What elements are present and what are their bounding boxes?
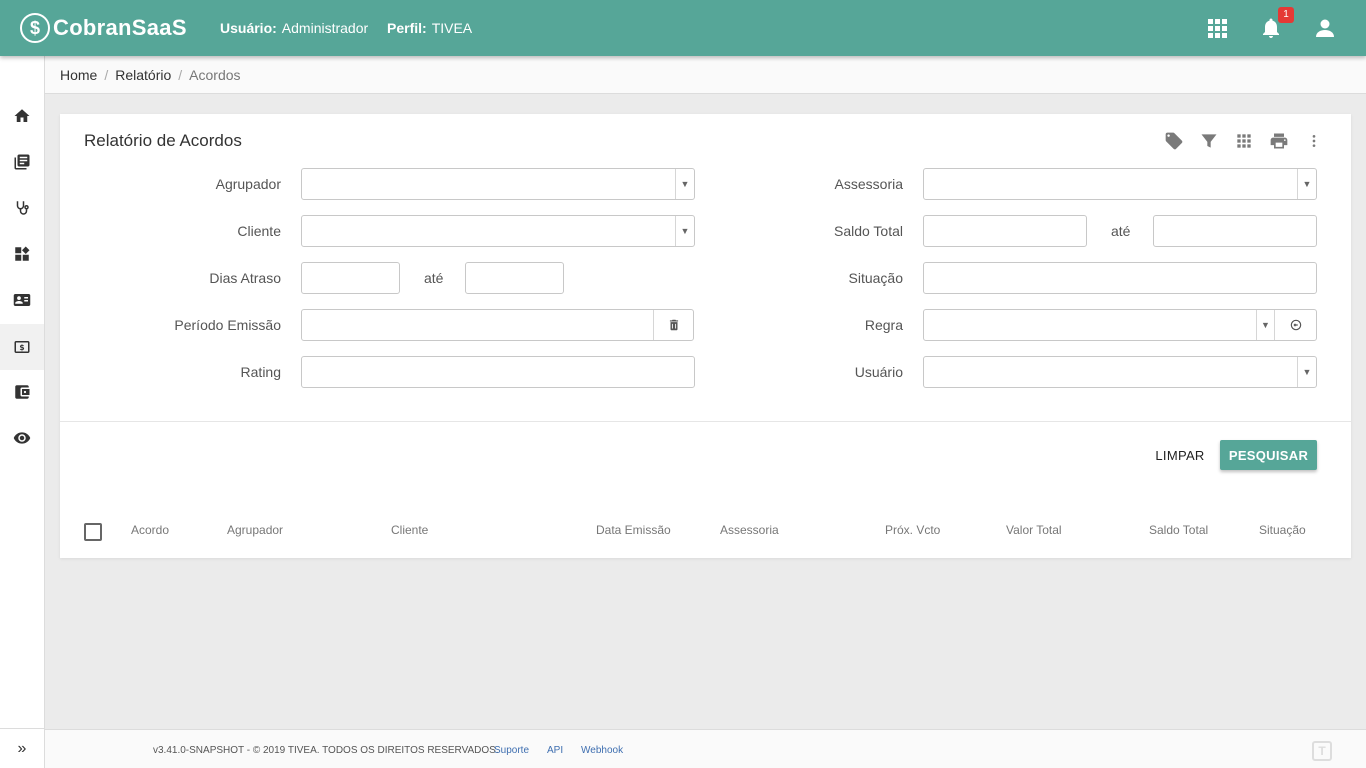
user-info: Usuário: Administrador — [220, 20, 368, 36]
column-header-situacao[interactable]: Situação — [1259, 523, 1306, 537]
dashboard-icon[interactable] — [0, 231, 44, 277]
tivea-logo-icon: T — [1312, 741, 1332, 761]
column-header-agrupador[interactable]: Agrupador — [227, 523, 283, 537]
chevron-down-icon: ▼ — [675, 216, 694, 246]
print-icon[interactable] — [1261, 130, 1296, 152]
grid-icon[interactable] — [1226, 130, 1261, 152]
brand-mark-icon: $ — [20, 13, 50, 43]
rating-label: Rating — [240, 364, 281, 380]
dias-atraso-ate-label: até — [424, 270, 444, 286]
dias-atraso-label: Dias Atraso — [209, 270, 281, 286]
sidebar: $ » — [0, 56, 45, 768]
cliente-select[interactable]: ▼ — [301, 215, 695, 247]
situacao-label: Situação — [848, 270, 903, 286]
chevron-down-icon: ▼ — [1297, 169, 1316, 199]
agrupador-label: Agrupador — [215, 176, 281, 192]
notifications-button[interactable]: 1 — [1259, 7, 1294, 40]
link-icon[interactable] — [1274, 310, 1316, 340]
profile-info: Perfil: TIVEA — [387, 20, 472, 36]
chevron-down-icon: ▼ — [675, 169, 694, 199]
footer-link-suporte[interactable]: Suporte — [494, 745, 529, 756]
brand-name: CobranSaaS — [53, 15, 187, 40]
footer: v3.41.0-SNAPSHOT - © 2019 TIVEA. TODOS O… — [45, 729, 1366, 768]
wallet-icon[interactable] — [0, 369, 44, 415]
column-header-cliente[interactable]: Cliente — [391, 523, 428, 537]
trash-icon[interactable] — [653, 310, 693, 340]
report-card: Relatório de Acordos Agrupador ▼ Cliente… — [60, 114, 1351, 558]
divider — [60, 421, 1351, 422]
top-bar: $ CobranSaaS Usuário: Administrador Perfi… — [0, 0, 1366, 56]
card-toolbar — [1156, 130, 1331, 152]
user-icon[interactable] — [1313, 16, 1337, 40]
eye-icon[interactable] — [0, 415, 44, 461]
column-header-assessoria[interactable]: Assessoria — [720, 523, 779, 537]
footer-link-webhook[interactable]: Webhook — [581, 745, 623, 756]
assessoria-select[interactable]: ▼ — [923, 168, 1317, 200]
column-header-acordo[interactable]: Acordo — [131, 523, 169, 537]
cliente-label: Cliente — [237, 223, 281, 239]
stethoscope-icon[interactable] — [0, 185, 44, 231]
user-value: Administrador — [281, 20, 369, 36]
library-books-icon[interactable] — [0, 139, 44, 185]
column-header-valor-total[interactable]: Valor Total — [1006, 523, 1062, 537]
rating-input[interactable] — [301, 356, 695, 388]
saldo-total-to-input[interactable] — [1153, 215, 1317, 247]
apps-grid-icon[interactable] — [1205, 16, 1229, 40]
clear-button[interactable]: LIMPAR — [1148, 440, 1212, 470]
breadcrumb-separator: / — [178, 66, 183, 83]
saldo-total-from-input[interactable] — [923, 215, 1087, 247]
money-icon[interactable]: $ — [0, 324, 44, 370]
usuario-select[interactable]: ▼ — [923, 356, 1317, 388]
periodo-emissao-input[interactable] — [301, 309, 694, 341]
chevron-down-icon: ▼ — [1297, 357, 1316, 387]
search-button[interactable]: PESQUISAR — [1220, 440, 1317, 470]
column-header-saldo-total[interactable]: Saldo Total — [1149, 523, 1208, 537]
filter-icon[interactable] — [1191, 130, 1226, 152]
home-icon[interactable] — [0, 93, 44, 139]
select-all-checkbox[interactable] — [84, 523, 102, 541]
profile-label: Perfil: — [387, 20, 427, 36]
breadcrumb-separator: / — [104, 66, 109, 83]
brand-logo[interactable]: $ CobranSaaS — [20, 12, 187, 44]
situacao-input[interactable] — [923, 262, 1317, 294]
breadcrumb-home[interactable]: Home — [60, 67, 97, 83]
breadcrumb-relatorio[interactable]: Relatório — [115, 67, 171, 83]
contact-card-icon[interactable] — [0, 277, 44, 323]
assessoria-label: Assessoria — [834, 176, 903, 192]
more-vert-icon[interactable] — [1296, 130, 1331, 152]
column-header-data-emissao[interactable]: Data Emissão — [596, 523, 671, 537]
page-title: Relatório de Acordos — [84, 131, 242, 150]
breadcrumb: Home / Relatório / Acordos — [45, 56, 1366, 94]
dias-atraso-to-input[interactable] — [465, 262, 564, 294]
sidebar-expand-button[interactable]: » — [0, 728, 44, 768]
copyright-text: v3.41.0-SNAPSHOT - © 2019 TIVEA. TODOS O… — [153, 745, 499, 756]
notification-badge: 1 — [1278, 7, 1294, 23]
periodo-emissao-label: Período Emissão — [174, 317, 281, 333]
column-header-prox-vcto[interactable]: Próx. Vcto — [885, 523, 940, 537]
usuario-label: Usuário — [854, 364, 903, 380]
regra-select[interactable]: ▼ — [923, 309, 1317, 341]
agrupador-select[interactable]: ▼ — [301, 168, 695, 200]
footer-link-api[interactable]: API — [547, 745, 563, 756]
tag-icon[interactable] — [1156, 130, 1191, 152]
dias-atraso-from-input[interactable] — [301, 262, 400, 294]
saldo-total-ate-label: até — [1111, 223, 1131, 239]
breadcrumb-current: Acordos — [189, 66, 241, 83]
regra-label: Regra — [864, 317, 903, 333]
chevron-down-icon: ▼ — [1256, 310, 1274, 340]
user-label: Usuário: — [220, 20, 277, 36]
profile-value: TIVEA — [431, 20, 473, 36]
svg-text:$: $ — [19, 343, 24, 352]
saldo-total-label: Saldo Total — [833, 223, 903, 239]
